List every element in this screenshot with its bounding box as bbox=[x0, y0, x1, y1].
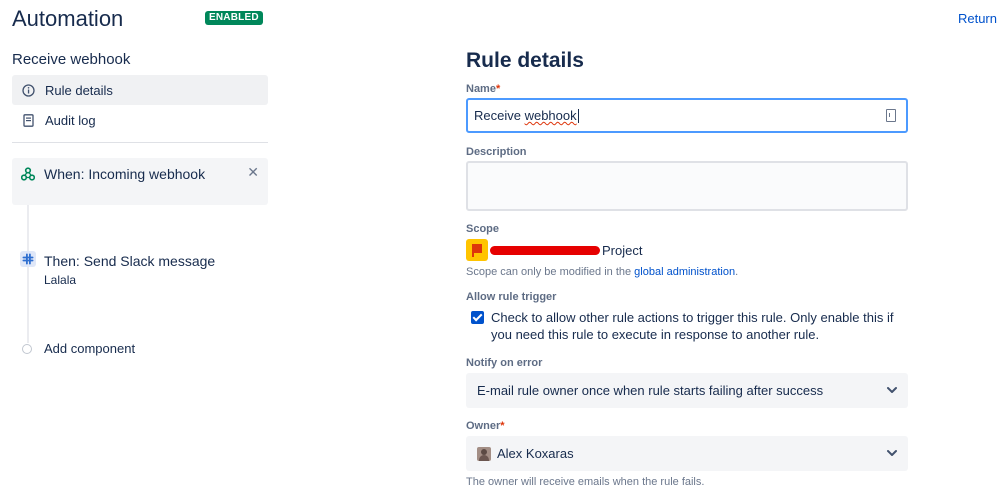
return-link[interactable]: Return bbox=[958, 11, 997, 26]
allow-trigger-checkbox[interactable] bbox=[471, 311, 484, 324]
sidebar-item-label: Audit log bbox=[45, 112, 96, 128]
trigger-card[interactable]: When: Incoming webhook ✕ bbox=[12, 158, 268, 205]
notify-selected-value: E-mail rule owner once when rule starts … bbox=[477, 383, 824, 398]
global-administration-link[interactable]: global administration bbox=[634, 266, 735, 278]
sidebar-item-rule-details[interactable]: Rule details bbox=[12, 75, 268, 105]
owner-select[interactable]: Alex Koxaras bbox=[466, 436, 908, 471]
description-field[interactable] bbox=[466, 161, 908, 211]
action-sublabel: Lalala bbox=[44, 273, 77, 287]
document-icon bbox=[21, 113, 35, 127]
scope-help-text: Scope can only be modified in the global… bbox=[466, 266, 739, 278]
name-value-suffix: webhook bbox=[524, 108, 577, 123]
close-icon[interactable]: ✕ bbox=[247, 164, 259, 181]
info-icon bbox=[21, 83, 35, 97]
name-label: Name* bbox=[466, 83, 501, 95]
status-badge: ENABLED bbox=[205, 11, 263, 25]
webhook-icon bbox=[20, 167, 36, 181]
avatar bbox=[477, 446, 491, 461]
owner-help-text: The owner will receive emails when the r… bbox=[466, 476, 705, 488]
name-field[interactable]: Receive webhook bbox=[466, 98, 908, 133]
rule-name-heading: Receive webhook bbox=[12, 51, 131, 68]
text-caret bbox=[577, 108, 579, 123]
redacted-project-name bbox=[490, 245, 600, 255]
chevron-down-icon bbox=[885, 383, 899, 397]
allow-trigger-label: Allow rule trigger bbox=[466, 291, 557, 303]
notify-label: Notify on error bbox=[466, 357, 543, 369]
panel-title: Rule details bbox=[466, 49, 584, 72]
owner-label: Owner* bbox=[466, 420, 505, 432]
scope-label: Scope bbox=[466, 223, 500, 235]
slack-icon bbox=[20, 251, 36, 267]
field-options-icon[interactable] bbox=[886, 109, 896, 122]
trigger-label: When: Incoming webhook bbox=[44, 166, 206, 182]
scope-project-text: Project bbox=[602, 242, 643, 258]
sidebar-divider bbox=[12, 142, 268, 143]
add-component-button[interactable]: Add component bbox=[12, 340, 268, 360]
description-label: Description bbox=[466, 146, 527, 158]
chevron-down-icon bbox=[885, 446, 899, 460]
action-item[interactable]: Then: Send Slack message Lalala bbox=[12, 250, 268, 292]
action-label: Then: Send Slack message bbox=[44, 253, 216, 269]
owner-selected-value: Alex Koxaras bbox=[497, 446, 574, 461]
sidebar-item-label: Rule details bbox=[45, 82, 113, 98]
scope-value: Project bbox=[466, 239, 642, 261]
add-component-label: Add component bbox=[44, 341, 136, 356]
name-value-prefix: Receive bbox=[474, 108, 525, 123]
sidebar-item-audit-log[interactable]: Audit log bbox=[12, 105, 268, 135]
notify-select[interactable]: E-mail rule owner once when rule starts … bbox=[466, 373, 908, 408]
add-component-dot bbox=[22, 344, 32, 354]
allow-trigger-text: Check to allow other rule actions to tri… bbox=[491, 310, 894, 342]
project-avatar-icon bbox=[466, 239, 488, 261]
page-title: Automation bbox=[12, 6, 124, 31]
